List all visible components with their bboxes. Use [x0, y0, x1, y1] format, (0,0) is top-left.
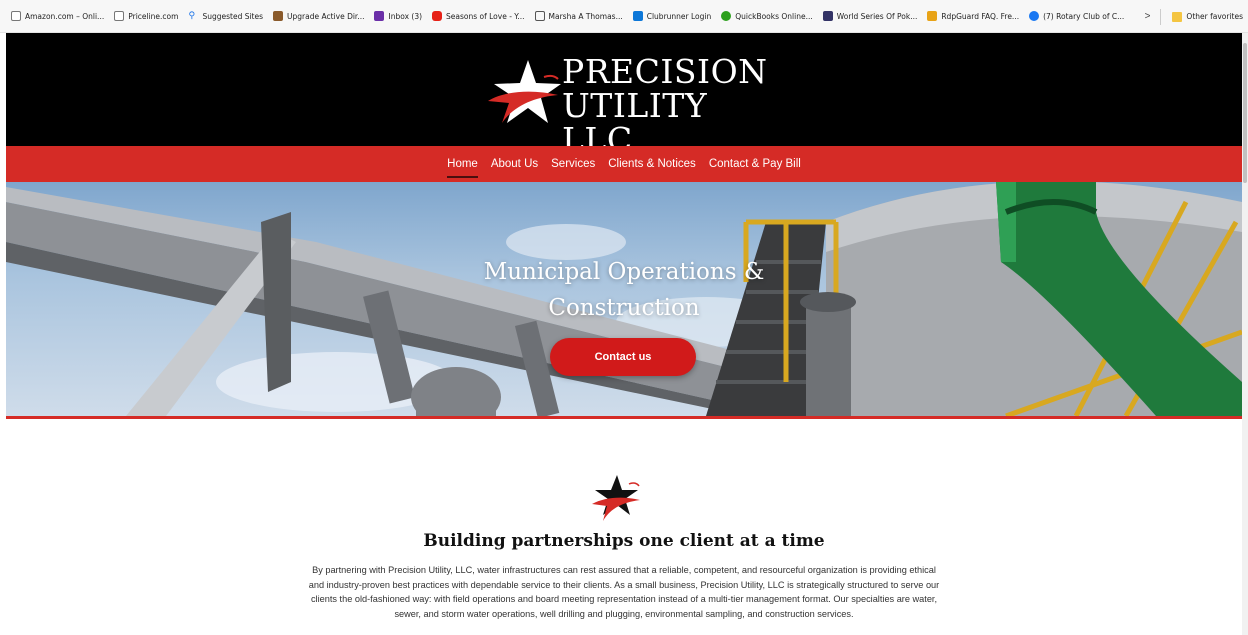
page-scrollbar[interactable] [1242, 33, 1248, 635]
bookmark-item[interactable]: RdpGuard FAQ. Fre... [922, 5, 1024, 27]
search-icon: ⚲ [188, 11, 196, 21]
bookmark-item[interactable]: World Series Of Pok... [818, 5, 923, 27]
scrollbar-thumb[interactable] [1243, 43, 1247, 183]
star-logo-icon [488, 60, 561, 123]
bookmark-item[interactable]: (7) Rotary Club of C... [1024, 5, 1129, 27]
hero-divider [6, 416, 1242, 419]
nav-home[interactable]: Home [447, 154, 478, 178]
main-nav: Home About Us Services Clients & Notices… [6, 146, 1242, 182]
section-title: Building partnerships one client at a ti… [423, 531, 825, 551]
bookmark-item[interactable]: Upgrade Active Dir... [268, 5, 369, 27]
bookmarks-overflow: > Other favorites [1126, 0, 1248, 32]
app-icon [534, 11, 545, 21]
contact-us-button[interactable]: Contact us [550, 338, 696, 376]
logo-text: PRECISION UTILITY LLC [562, 52, 768, 159]
mail-icon [374, 11, 385, 21]
youtube-icon [432, 11, 443, 21]
other-favorites-folder[interactable]: Other favorites [1167, 6, 1248, 28]
bookmark-item[interactable]: Priceline.com [109, 5, 183, 27]
nav-clients-notices[interactable]: Clients & Notices [608, 154, 696, 174]
hero-title: Municipal Operations & Construction [483, 259, 765, 321]
folder-icon [1172, 11, 1183, 22]
facebook-icon [1029, 11, 1040, 21]
bookmark-item[interactable]: QuickBooks Online... [716, 5, 818, 27]
page-icon [11, 11, 21, 21]
bookmark-item[interactable]: Clubrunner Login [628, 5, 717, 27]
app-icon [632, 11, 643, 21]
bookmark-item[interactable]: Inbox (3) [369, 5, 427, 27]
site-logo[interactable]: PRECISION UTILITY LLC [484, 55, 784, 157]
quickbooks-icon [721, 11, 732, 21]
chevron-right-icon[interactable]: > [1145, 11, 1151, 22]
intro-paragraph: By partnering with Precision Utility, LL… [308, 565, 940, 619]
site-header: PRECISION UTILITY LLC [6, 33, 1242, 157]
nav-about-us[interactable]: About Us [491, 154, 538, 174]
bookmark-item[interactable]: Marsha A Thomas... [530, 5, 628, 27]
page-icon [114, 11, 125, 21]
star-emblem-icon [592, 475, 640, 521]
bookmark-item[interactable]: Amazon.com – Onli... [6, 5, 109, 27]
hero-banner: Municipal Operations & Construction Cont… [6, 182, 1242, 416]
bookmark-item[interactable]: Seasons of Love - Y... [427, 5, 530, 27]
web-page: PRECISION UTILITY LLC Home About Us Serv… [6, 33, 1242, 635]
divider [1160, 8, 1162, 25]
app-icon [822, 11, 833, 21]
nav-services[interactable]: Services [551, 154, 595, 174]
shield-icon [927, 11, 938, 21]
nav-contact-pay-bill[interactable]: Contact & Pay Bill [709, 154, 801, 174]
bookmarks-bar: Amazon.com – Onli... Priceline.com ⚲ Sugg… [0, 0, 1248, 33]
square-icon [273, 11, 284, 21]
bookmark-item[interactable]: ⚲ Suggested Sites [183, 5, 268, 27]
